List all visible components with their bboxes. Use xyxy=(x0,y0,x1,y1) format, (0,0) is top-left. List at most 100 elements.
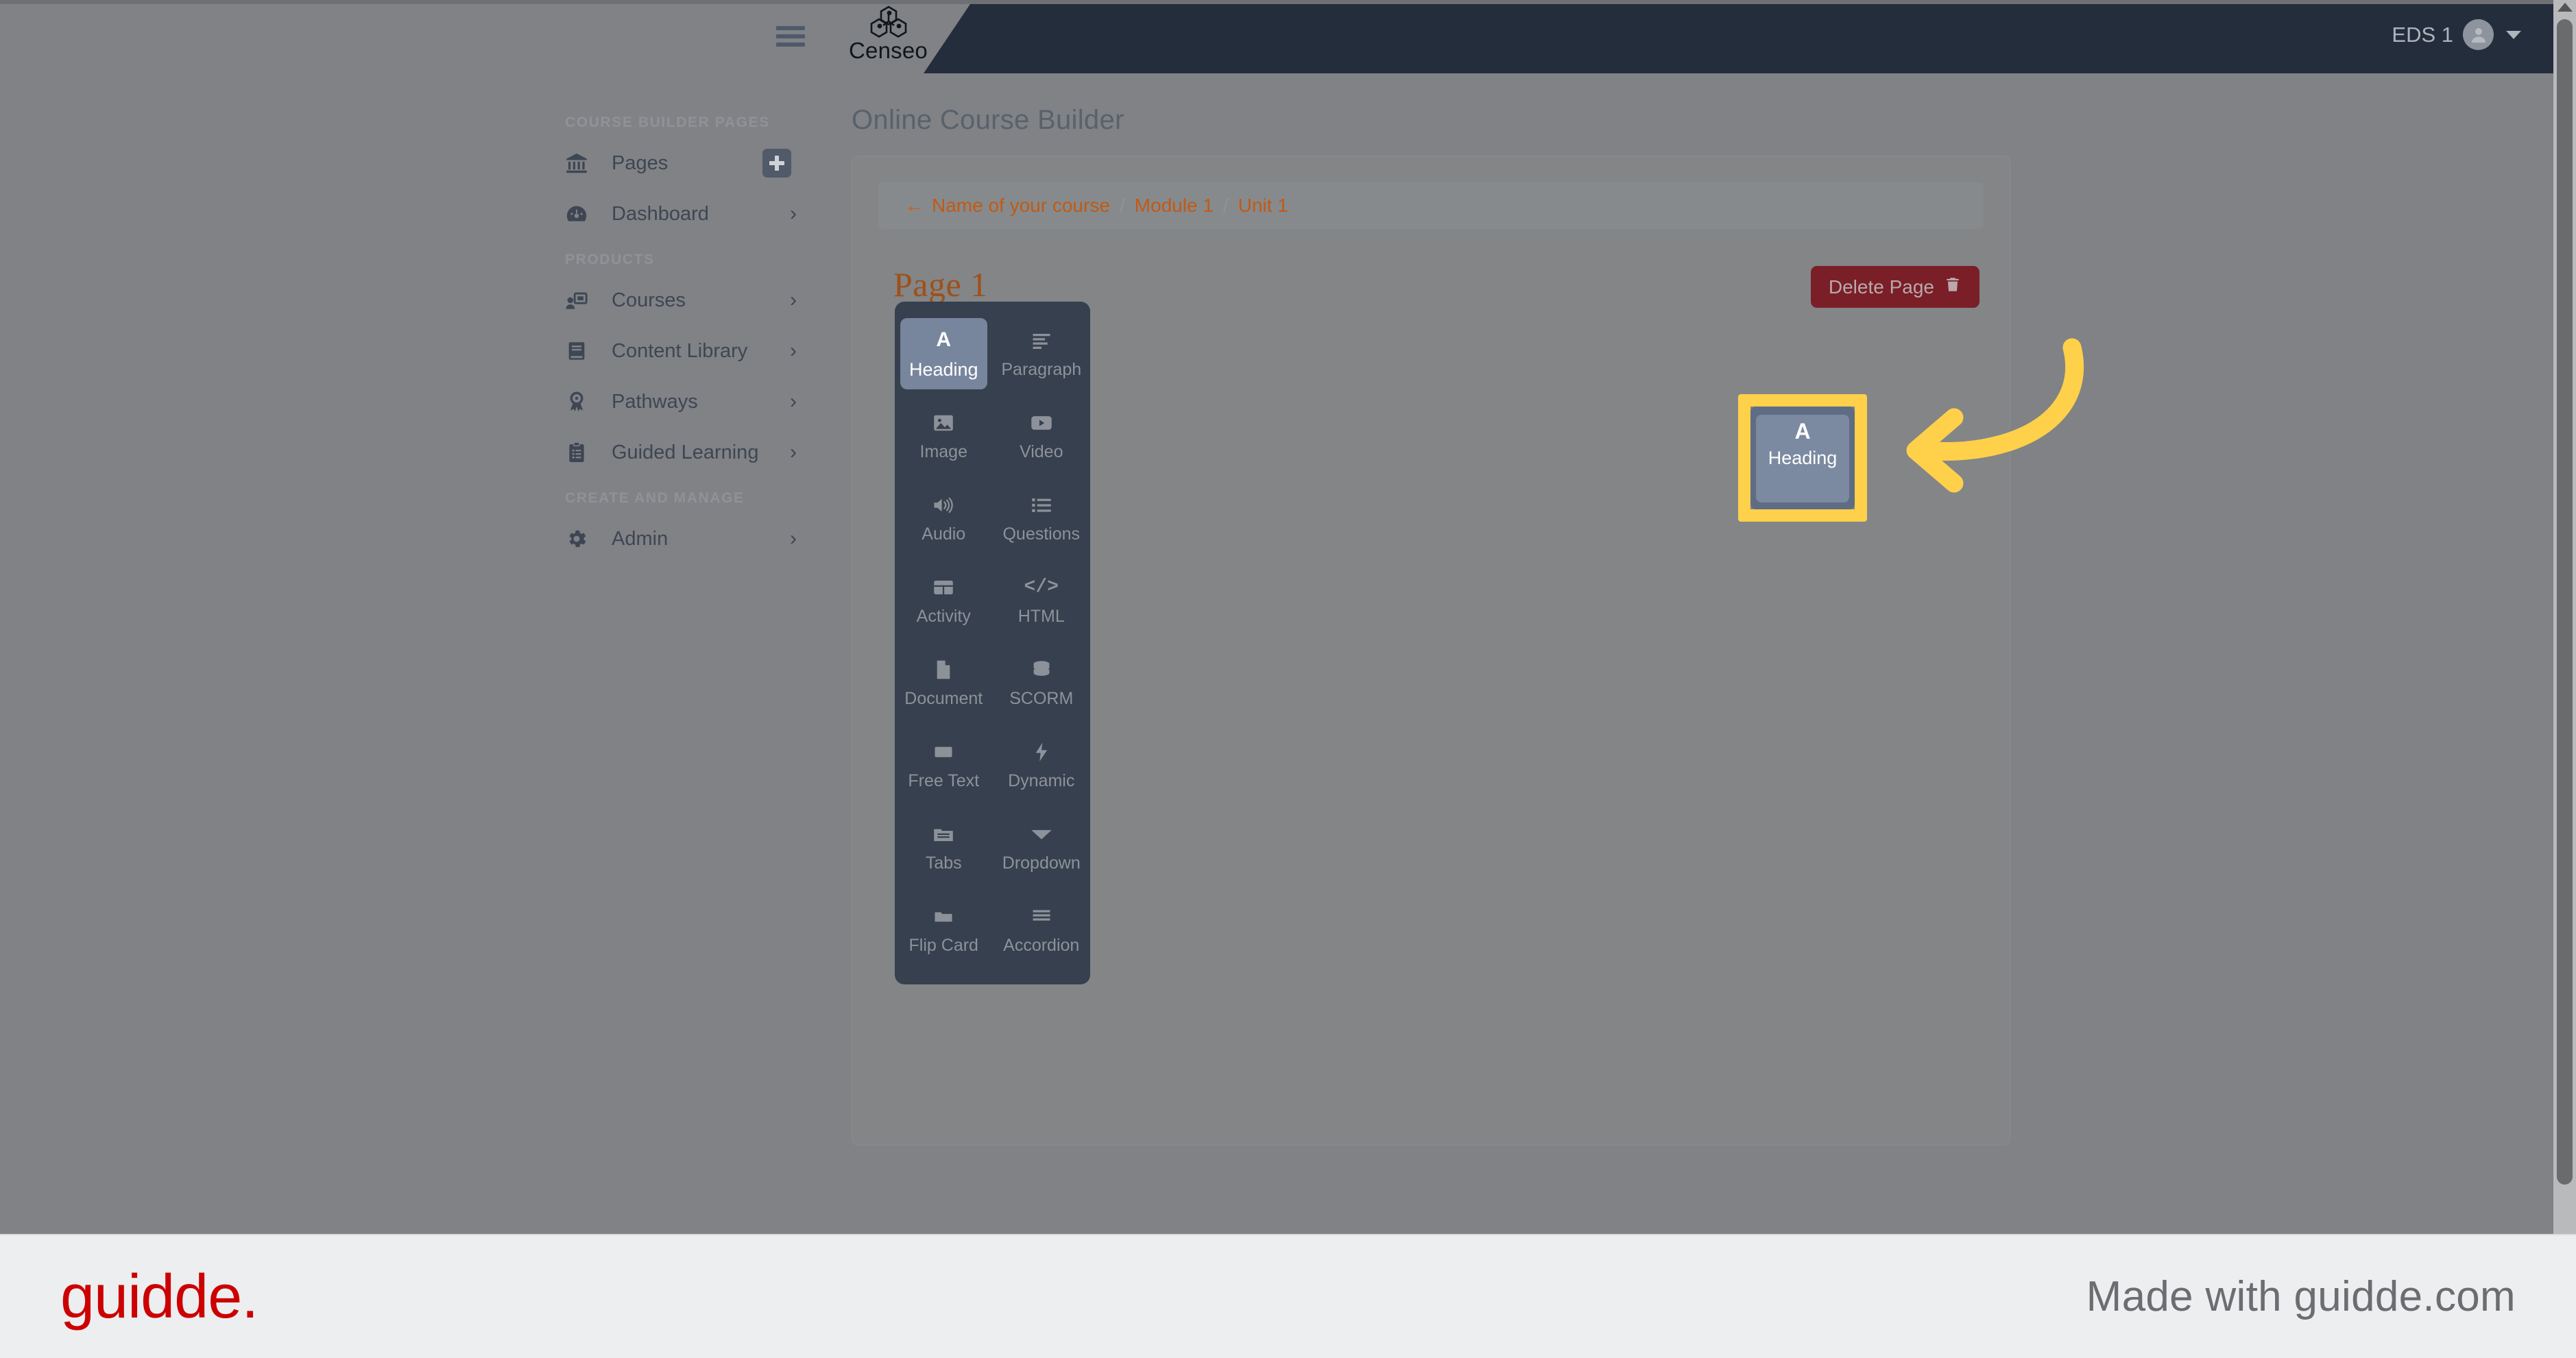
scrollbar-thumb[interactable] xyxy=(2557,19,2573,1185)
guidde-logo: guidde. xyxy=(60,1262,258,1331)
speaker-icon xyxy=(932,493,954,518)
main-content-area: Online Course Builder ← Name of your cou… xyxy=(852,73,2576,1234)
window-top-strip xyxy=(0,0,2576,4)
bank-columns-icon xyxy=(565,151,597,175)
chevron-right-icon[interactable]: › xyxy=(790,529,797,549)
folder-icon xyxy=(933,904,954,929)
scroll-up-arrow-icon[interactable] xyxy=(2557,3,2573,12)
tool-label: Questions xyxy=(1002,524,1081,544)
sidebar-item-label: Courses xyxy=(612,289,686,311)
vertical-scrollbar[interactable] xyxy=(2553,0,2576,1234)
chevron-right-icon[interactable]: › xyxy=(790,341,797,361)
sidebar-item-label: Pages xyxy=(612,151,669,174)
user-avatar-icon xyxy=(2463,19,2494,50)
tool-label: Image xyxy=(919,441,967,461)
breadcrumb-item-unit[interactable]: Unit 1 xyxy=(1238,195,1288,217)
tool-document[interactable]: Document xyxy=(895,642,993,724)
chevron-right-icon[interactable]: › xyxy=(790,290,797,311)
tool-label: HTML xyxy=(1018,606,1065,626)
award-ribbon-icon xyxy=(565,390,597,413)
tool-label: Free Text xyxy=(908,771,980,790)
letter-a-icon: A xyxy=(936,328,952,351)
tool-dropdown[interactable]: Dropdown xyxy=(993,806,1091,888)
tool-label: Dynamic xyxy=(1008,771,1075,790)
sidebar-item-label: Guided Learning xyxy=(612,441,759,463)
tool-label: Accordion xyxy=(1003,935,1080,955)
tool-label: Activity xyxy=(916,606,971,626)
brand-logo[interactable]: Censeo xyxy=(842,5,935,62)
heading-tool-highlight-fill xyxy=(1756,415,1849,502)
tool-activity[interactable]: Activity xyxy=(895,559,993,642)
tool-label: Flip Card xyxy=(908,935,978,955)
video-play-icon xyxy=(1031,411,1052,435)
course-builder-card: ← Name of your course / Module 1 / Unit … xyxy=(852,156,2010,1145)
tool-tabs[interactable]: Tabs xyxy=(895,806,993,888)
book-icon xyxy=(565,339,597,363)
tool-accordion[interactable]: Accordion xyxy=(993,888,1091,971)
navbar-dark-panel xyxy=(924,0,2576,73)
triangle-down-icon xyxy=(1031,822,1052,847)
trash-icon xyxy=(1944,276,1962,298)
sidebar-section-title: PRODUCTS xyxy=(565,252,655,267)
tool-html[interactable]: </> HTML xyxy=(993,559,1091,642)
user-menu[interactable]: EDS 1 xyxy=(2392,19,2521,50)
chevron-right-icon[interactable]: › xyxy=(790,442,797,463)
bars-icon xyxy=(1031,904,1052,929)
tool-image[interactable]: Image xyxy=(895,395,993,477)
tool-flip-card[interactable]: Flip Card xyxy=(895,888,993,971)
sidebar-section-title: COURSE BUILDER PAGES xyxy=(565,114,770,130)
breadcrumb: ← Name of your course / Module 1 / Unit … xyxy=(878,182,1984,229)
sidebar-section-title: CREATE AND MANAGE xyxy=(565,490,745,506)
database-icon xyxy=(1032,657,1051,682)
tool-video[interactable]: Video xyxy=(993,395,1091,477)
tool-label: Paragraph xyxy=(1001,359,1082,379)
hamburger-menu-icon[interactable] xyxy=(776,26,805,47)
file-icon xyxy=(935,657,952,682)
tool-label: Video xyxy=(1020,441,1063,461)
add-page-icon[interactable] xyxy=(762,149,791,178)
breadcrumb-separator: / xyxy=(1223,195,1229,216)
content-block-palette: A Heading Paragraph Image Video Audio Qu… xyxy=(895,302,1090,984)
tool-paragraph[interactable]: Paragraph xyxy=(993,313,1091,395)
image-icon xyxy=(933,411,954,435)
tool-audio[interactable]: Audio xyxy=(895,477,993,559)
tool-scorm[interactable]: SCORM xyxy=(993,642,1091,724)
chevron-right-icon[interactable]: › xyxy=(790,391,797,412)
paragraph-lines-icon xyxy=(1031,328,1052,353)
arrow-left-icon[interactable]: ← xyxy=(904,194,925,217)
rectangle-icon xyxy=(933,740,954,764)
breadcrumb-item-module[interactable]: Module 1 xyxy=(1135,195,1214,217)
gear-icon xyxy=(565,527,597,550)
presentation-person-icon xyxy=(565,289,597,312)
tool-label: Heading xyxy=(908,359,978,380)
sidebar-item-label: Admin xyxy=(612,527,669,550)
sidebar-item-label: Pathways xyxy=(612,390,698,413)
tool-free-text[interactable]: Free Text xyxy=(895,724,993,806)
tool-label: SCORM xyxy=(1009,688,1074,708)
sidebar-item-label: Dashboard xyxy=(612,202,709,225)
delete-page-button[interactable]: Delete Page xyxy=(1810,266,1979,308)
tool-dynamic[interactable]: Dynamic xyxy=(993,724,1091,806)
list-ul-icon xyxy=(1031,493,1052,518)
page-label: Page 1 xyxy=(893,265,988,304)
chevron-right-icon[interactable]: › xyxy=(790,204,797,224)
tool-label: Audio xyxy=(922,524,966,544)
delete-page-label: Delete Page xyxy=(1828,276,1934,298)
brand-name: Censeo xyxy=(849,38,928,63)
chevron-down-icon[interactable] xyxy=(2506,30,2521,39)
guidde-footer: guidde. Made with guidde.com xyxy=(0,1234,2576,1358)
breadcrumb-separator: / xyxy=(1119,195,1125,216)
made-with-guidde-text: Made with guidde.com xyxy=(2086,1273,2516,1320)
tool-questions[interactable]: Questions xyxy=(993,477,1091,559)
left-sidebar: COURSE BUILDER PAGES Pages Dashboard › P… xyxy=(0,73,852,1234)
user-name-label: EDS 1 xyxy=(2392,22,2453,47)
tool-heading[interactable]: A Heading xyxy=(900,318,987,389)
censeo-hexagon-logo xyxy=(870,5,906,38)
tool-label: Tabs xyxy=(925,853,962,873)
sidebar-item-label: Content Library xyxy=(612,339,748,362)
clipboard-list-icon xyxy=(565,441,597,464)
table-icon xyxy=(933,575,954,600)
tabs-folder-icon xyxy=(933,822,954,847)
breadcrumb-item-course[interactable]: Name of your course xyxy=(932,195,1110,217)
page-title: Online Course Builder xyxy=(852,105,1124,135)
